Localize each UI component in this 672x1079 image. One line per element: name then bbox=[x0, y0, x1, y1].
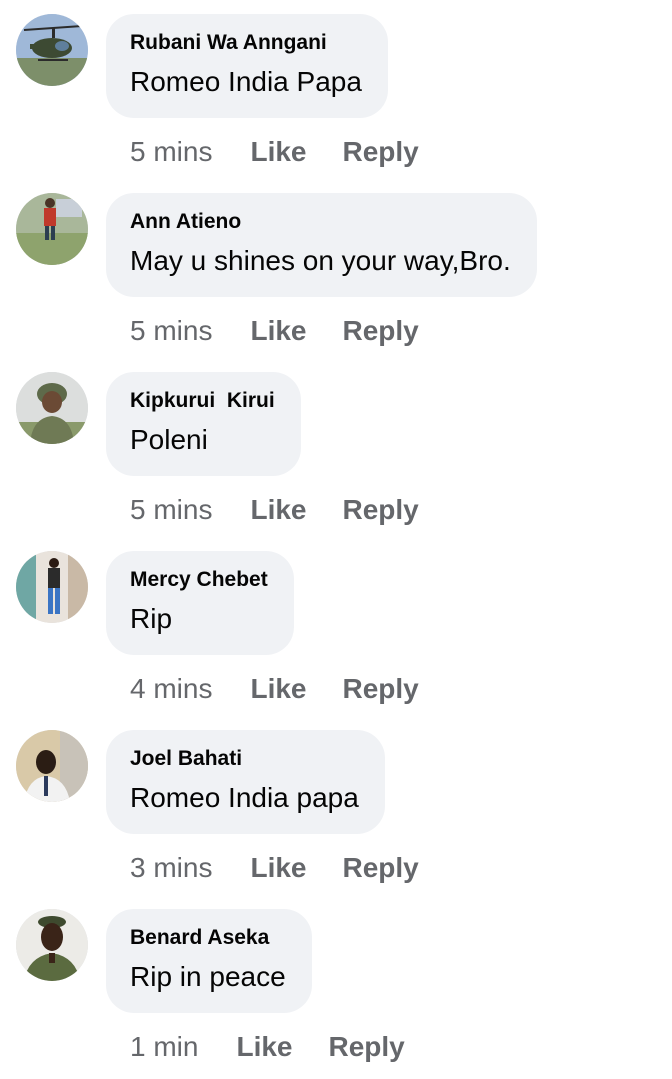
like-button[interactable]: Like bbox=[250, 494, 306, 526]
reply-button[interactable]: Reply bbox=[343, 315, 419, 347]
comment-item: Joel Bahati Romeo India papa 3 mins Like… bbox=[0, 730, 672, 900]
comment-time[interactable]: 5 mins bbox=[130, 136, 212, 168]
comment-item: Ann Atieno May u shines on your way,Bro.… bbox=[0, 193, 672, 363]
reply-button[interactable]: Reply bbox=[343, 673, 419, 705]
comment-text: Poleni bbox=[130, 424, 208, 455]
avatar[interactable] bbox=[16, 372, 88, 444]
comment-time[interactable]: 5 mins bbox=[130, 315, 212, 347]
man-portrait-avatar-icon bbox=[16, 730, 88, 802]
soldier-helmet-avatar-icon bbox=[16, 372, 88, 444]
woman-standing-avatar-icon bbox=[16, 551, 88, 623]
like-button[interactable]: Like bbox=[250, 852, 306, 884]
comment-bubble: Mercy Chebet Rip bbox=[106, 551, 294, 655]
comment-author[interactable]: Rubani Wa Anngani bbox=[130, 30, 362, 56]
comment-time[interactable]: 5 mins bbox=[130, 494, 212, 526]
comment-actions: 5 mins Like Reply bbox=[130, 490, 419, 530]
like-button[interactable]: Like bbox=[250, 315, 306, 347]
reply-button[interactable]: Reply bbox=[343, 494, 419, 526]
comment-item: Kipkurui Kirui Poleni 5 mins Like Reply bbox=[0, 372, 672, 542]
comment-bubble: Rubani Wa Anngani Romeo India Papa bbox=[106, 14, 388, 118]
comment-item: Mercy Chebet Rip 4 mins Like Reply bbox=[0, 551, 672, 721]
avatar[interactable] bbox=[16, 193, 88, 265]
comment-bubble: Kipkurui Kirui Poleni bbox=[106, 372, 301, 476]
comment-time[interactable]: 1 min bbox=[130, 1031, 198, 1063]
comment-bubble: Ann Atieno May u shines on your way,Bro. bbox=[106, 193, 537, 297]
comment-author[interactable]: Kipkurui Kirui bbox=[130, 388, 275, 414]
comment-time[interactable]: 3 mins bbox=[130, 852, 212, 884]
comment-actions: 5 mins Like Reply bbox=[130, 311, 419, 351]
reply-button[interactable]: Reply bbox=[343, 136, 419, 168]
avatar[interactable] bbox=[16, 14, 88, 86]
avatar[interactable] bbox=[16, 909, 88, 981]
comment-actions: 5 mins Like Reply bbox=[130, 132, 419, 172]
comment-item: Benard Aseka Rip in peace 1 min Like Rep… bbox=[0, 909, 672, 1079]
comment-author[interactable]: Ann Atieno bbox=[130, 209, 511, 235]
person-outdoor-avatar-icon bbox=[16, 193, 88, 265]
comment-text: May u shines on your way,Bro. bbox=[130, 245, 511, 276]
comment-text: Rip bbox=[130, 603, 173, 634]
like-button[interactable]: Like bbox=[236, 1031, 292, 1063]
helicopter-avatar-icon bbox=[16, 14, 88, 86]
comment-actions: 1 min Like Reply bbox=[130, 1027, 405, 1067]
comment-item: Rubani Wa Anngani Romeo India Papa 5 min… bbox=[0, 14, 672, 184]
comment-actions: 4 mins Like Reply bbox=[130, 669, 419, 709]
comment-text: Romeo India papa bbox=[130, 782, 359, 813]
soldier-beret-avatar-icon bbox=[16, 909, 88, 981]
like-button[interactable]: Like bbox=[250, 673, 306, 705]
reply-button[interactable]: Reply bbox=[329, 1031, 405, 1063]
like-button[interactable]: Like bbox=[250, 136, 306, 168]
comment-author[interactable]: Joel Bahati bbox=[130, 746, 359, 772]
reply-button[interactable]: Reply bbox=[343, 852, 419, 884]
comment-bubble: Joel Bahati Romeo India papa bbox=[106, 730, 385, 834]
comment-text: Romeo India Papa bbox=[130, 66, 362, 97]
comment-bubble: Benard Aseka Rip in peace bbox=[106, 909, 312, 1013]
comment-text: Rip in peace bbox=[130, 961, 286, 992]
comment-author[interactable]: Mercy Chebet bbox=[130, 567, 268, 593]
comment-author[interactable]: Benard Aseka bbox=[130, 925, 286, 951]
comment-actions: 3 mins Like Reply bbox=[130, 848, 419, 888]
comment-time[interactable]: 4 mins bbox=[130, 673, 212, 705]
avatar[interactable] bbox=[16, 551, 88, 623]
avatar[interactable] bbox=[16, 730, 88, 802]
